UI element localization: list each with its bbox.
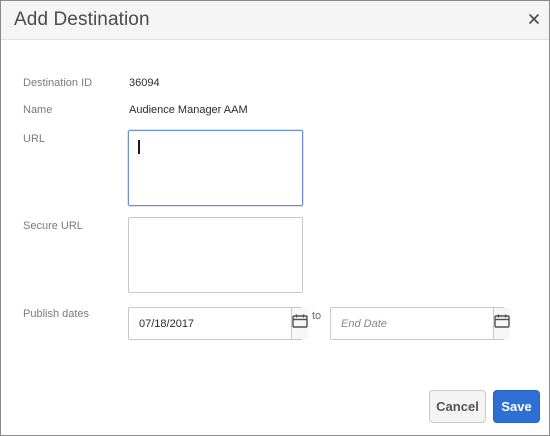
destination-id-value: 36094 xyxy=(129,77,160,89)
dialog-header: Add Destination xyxy=(1,1,549,40)
cancel-button[interactable]: Cancel xyxy=(429,390,486,423)
destination-id-label: Destination ID xyxy=(23,77,93,89)
date-range-separator: to xyxy=(312,310,322,322)
close-icon[interactable] xyxy=(525,9,543,29)
end-date-calendar-button[interactable] xyxy=(493,308,510,339)
text-caret xyxy=(138,140,140,154)
secure-url-label: Secure URL xyxy=(23,220,83,232)
url-label: URL xyxy=(23,133,46,145)
calendar-icon xyxy=(494,314,510,333)
publish-dates-label: Publish dates xyxy=(23,308,90,320)
name-label: Name xyxy=(23,104,53,116)
start-date-calendar-button[interactable] xyxy=(291,308,308,339)
start-date-field[interactable] xyxy=(128,307,308,340)
url-field[interactable] xyxy=(128,130,303,206)
add-destination-dialog: Add Destination Destination ID 36094 Nam… xyxy=(0,0,550,436)
end-date-input[interactable] xyxy=(331,308,493,339)
calendar-icon xyxy=(292,314,308,333)
name-value: Audience Manager AAM xyxy=(129,104,248,116)
end-date-field[interactable] xyxy=(330,307,510,340)
save-button[interactable]: Save xyxy=(493,390,540,423)
secure-url-field[interactable] xyxy=(128,217,303,293)
dialog-title: Add Destination xyxy=(14,9,150,30)
start-date-input[interactable] xyxy=(129,308,291,339)
secure-url-textarea[interactable] xyxy=(129,218,302,292)
url-textarea[interactable] xyxy=(129,131,302,205)
